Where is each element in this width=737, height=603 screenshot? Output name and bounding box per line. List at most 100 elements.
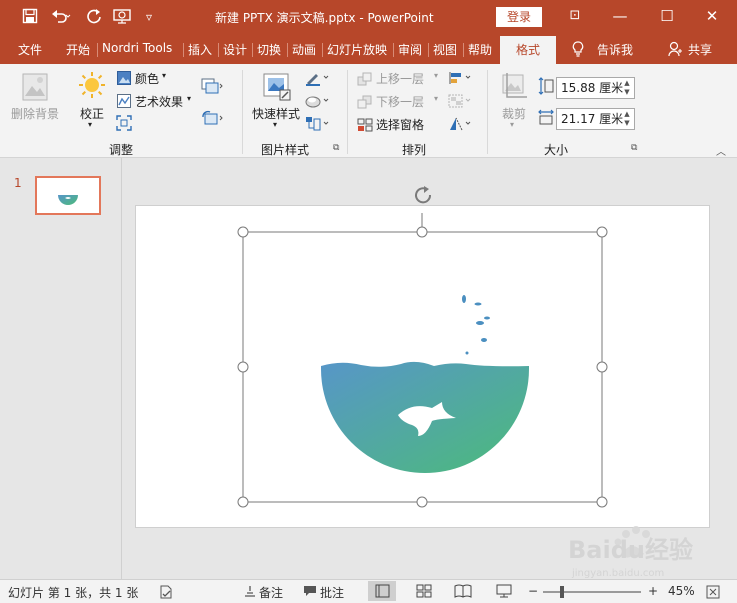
tab-transitions[interactable]: 切换 [257,41,281,58]
spell-check-icon[interactable] [159,585,173,602]
align-icon[interactable] [448,71,474,88]
crop-picture-icon [500,72,528,103]
picture-styles-launcher-icon[interactable]: ⧉ [333,143,339,153]
tab-review[interactable]: 审阅 [398,41,422,58]
customize-quick-access-icon[interactable]: ▿ [146,8,152,26]
reading-view-button[interactable] [449,581,477,601]
resize-handle-top-right[interactable] [596,226,608,238]
maximize-button[interactable]: ☐ [652,5,682,27]
save-icon[interactable] [22,8,38,28]
quick-styles-icon [262,72,292,105]
picture-border-icon[interactable] [305,70,331,89]
slide-editing-area[interactable] [123,158,737,579]
height-input[interactable]: 15.88 厘米 ▲ ▼ [556,77,635,99]
selection-pane-button[interactable]: 选择窗格 [376,116,424,133]
reading-view-icon [454,584,472,598]
rotate-handle-icon[interactable] [412,186,436,211]
width-icon [538,109,554,130]
tab-slideshow[interactable]: 幻灯片放映 [327,41,387,58]
correct-dropdown-arrow-icon[interactable]: ▾ [88,120,92,129]
slideshow-view-button[interactable] [490,581,518,601]
ribbon: 删除背景 校正 ▾ 颜色 ▾ 艺术效果 ▾ 调整 快速样式 ▾ 图片样式 ⧉ 上… [0,64,737,158]
normal-view-icon [375,584,390,598]
tab-insert[interactable]: 插入 [188,41,212,58]
bring-forward-dropdown-arrow-icon[interactable]: ▾ [434,71,438,80]
tab-home[interactable]: 开始 [66,41,90,58]
picture-styles-group-label: 图片样式 [261,143,310,157]
redo-icon[interactable] [86,8,102,28]
color-button[interactable]: 颜色 [135,70,159,87]
tab-design[interactable]: 设计 [223,41,247,58]
size-launcher-icon[interactable]: ⧉ [631,143,637,153]
send-backward-button[interactable]: 下移一层 [376,93,424,110]
quick-styles-dropdown-arrow-icon[interactable]: ▾ [273,120,277,129]
tab-help[interactable]: 帮助 [468,41,492,58]
slide-count-status: 幻灯片 第 1 张，共 1 张 [8,586,139,600]
resize-handle-top[interactable] [416,226,428,238]
tell-me-search[interactable]: 告诉我 [597,41,633,58]
slide-thumbnail-pane: 1 [0,158,122,579]
slide-number: 1 [14,176,22,190]
ribbon-display-options-icon[interactable]: ⊡ [560,5,590,27]
login-button[interactable]: 登录 [496,7,542,27]
comments-button[interactable]: 批注 [320,584,344,601]
zoom-level[interactable]: 45% [668,584,695,598]
comments-icon [303,585,317,600]
send-backward-dropdown-arrow-icon[interactable]: ▾ [434,94,438,103]
watermark-brand: Baidu经验 [568,536,693,564]
fish-bowl-picture[interactable] [321,295,529,473]
change-picture-icon[interactable] [201,78,223,97]
zoom-out-button[interactable]: − [528,584,538,598]
undo-icon[interactable] [51,8,71,28]
compress-pictures-icon[interactable] [116,115,132,134]
slide-sorter-view-button[interactable] [410,581,438,601]
resize-handle-left[interactable] [237,361,249,373]
minimize-button[interactable]: — [605,5,635,27]
remove-background-button[interactable]: 删除背景 [11,105,59,122]
width-input[interactable]: 21.17 厘米 ▲ ▼ [556,108,635,130]
resize-handle-bottom[interactable] [416,496,428,508]
resize-handle-bottom-left[interactable] [237,496,249,508]
notes-button[interactable]: 备注 [259,584,283,601]
crop-dropdown-arrow-icon[interactable]: ▾ [510,120,514,129]
resize-handle-top-left[interactable] [237,226,249,238]
tab-view[interactable]: 视图 [433,41,457,58]
bring-forward-icon [357,72,373,89]
resize-handle-right[interactable] [596,361,608,373]
bring-forward-button[interactable]: 上移一层 [376,70,424,87]
reset-picture-icon[interactable] [201,110,223,129]
artistic-effects-icon [117,94,131,111]
tab-nordri-tools[interactable]: Nordri Tools [102,41,172,55]
resize-handle-bottom-right[interactable] [596,496,608,508]
slide-thumbnail[interactable] [35,176,101,215]
present-icon[interactable] [113,8,133,28]
fit-to-window-icon[interactable] [706,585,720,602]
picture-layout-icon[interactable] [305,116,331,135]
color-icon [117,71,131,88]
ribbon-tabs: 文件 开始 Nordri Tools 插入 设计 切换 动画 幻灯片放映 审阅 … [0,34,737,64]
tab-file[interactable]: 文件 [18,41,42,58]
color-dropdown-arrow-icon[interactable]: ▾ [162,71,166,80]
adjust-group-label: 调整 [109,143,134,157]
collapse-ribbon-icon[interactable]: ︿ [716,143,726,158]
tab-animations[interactable]: 动画 [292,41,316,58]
picture-effects-icon[interactable] [305,93,331,112]
slide-canvas[interactable] [135,205,710,528]
zoom-in-button[interactable]: + [648,584,658,598]
normal-view-button[interactable] [368,581,396,601]
artistic-effects-dropdown-arrow-icon[interactable]: ▾ [187,94,191,103]
share-button[interactable]: 共享 [688,41,712,58]
rotate-icon[interactable] [448,117,474,134]
zoom-slider-thumb[interactable] [560,586,565,598]
artistic-effects-button[interactable]: 艺术效果 [135,93,183,110]
selection-pane-icon [357,118,373,135]
width-spinner-arrows-icon[interactable]: ▲ ▼ [622,110,632,128]
height-spinner-arrows-icon[interactable]: ▲ ▼ [622,79,632,97]
zoom-slider[interactable] [543,586,641,598]
size-group-label: 大小 [544,143,569,157]
tab-format[interactable]: 格式 [500,36,557,64]
close-button[interactable]: ✕ [697,5,727,27]
group-objects-icon[interactable] [448,94,474,111]
window-title: 新建 PPTX 演示文稿.pptx - PowerPoint [215,11,434,25]
width-value: 21.17 厘米 [561,112,624,126]
